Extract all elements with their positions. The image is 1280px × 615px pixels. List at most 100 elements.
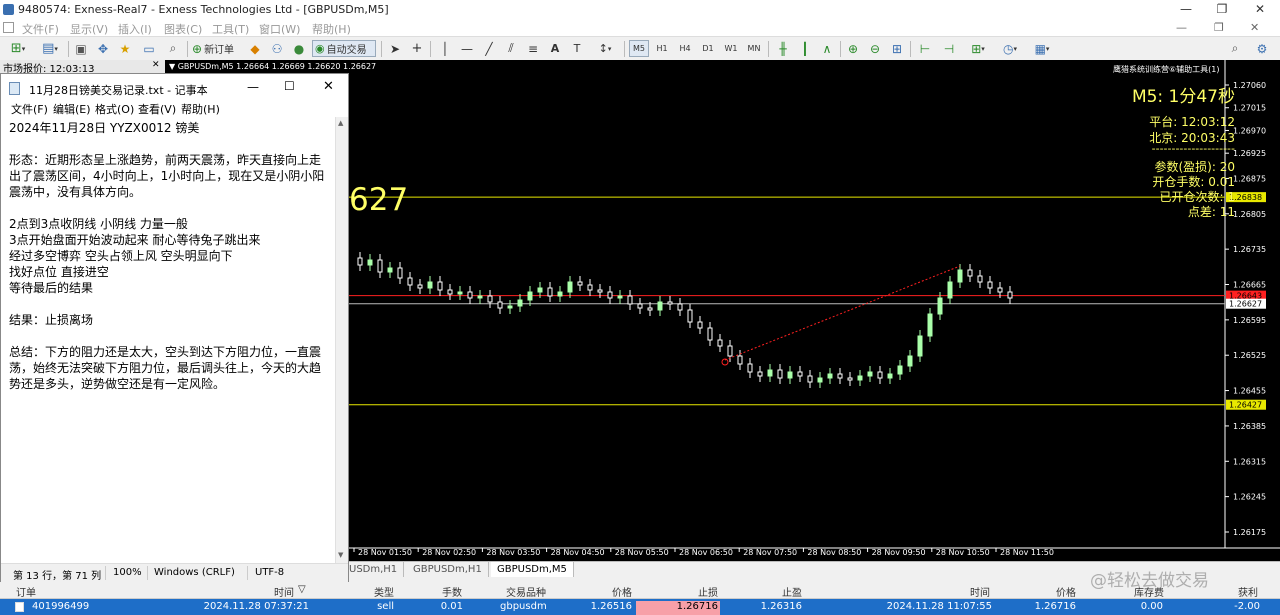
orders-header: 订单 时间 ▽ 类型 手数 交易品种 价格 止损 止盈 时间 价格 库存费 获利	[0, 582, 1280, 599]
label-icon[interactable]: T	[568, 40, 586, 57]
candle-body	[547, 287, 553, 297]
terminal-icon[interactable]: ▭	[140, 40, 158, 57]
trend-line-icon[interactable]: ╱	[480, 40, 498, 57]
text-icon[interactable]: A	[546, 40, 564, 57]
platform-time: 12:03:12	[1181, 115, 1235, 129]
notepad-scrollbar[interactable]: ▲ ▼	[335, 117, 348, 563]
notepad-close-button[interactable]: ✕	[323, 79, 334, 94]
zoom-in-icon[interactable]: ⊕	[844, 40, 862, 57]
mdi-restore-button[interactable]: ❐	[1214, 21, 1224, 34]
crosshair-icon[interactable]: +	[408, 40, 426, 57]
notepad-line: 2024年11月28日 YYZX0012 镑美	[9, 121, 200, 135]
candle-body	[497, 301, 503, 309]
param-value: 20	[1219, 160, 1235, 174]
scroll-up-icon[interactable]: ▲	[338, 119, 343, 127]
new-order-button[interactable]: ⊕ 新订单	[192, 40, 242, 57]
scroll-down-icon[interactable]: ▼	[338, 551, 343, 559]
notepad-menu-help[interactable]: 帮助(H)	[181, 101, 220, 117]
cursor-icon[interactable]: ➤	[386, 40, 404, 57]
notepad-maximize-button[interactable]: ☐	[284, 79, 295, 93]
notepad-line	[9, 200, 329, 216]
mdi-close-button[interactable]: ✕	[1250, 21, 1259, 34]
arrows-icon[interactable]: ↕ ▾	[592, 40, 618, 57]
market-watch-close-icon[interactable]: ✕	[152, 60, 160, 70]
navigator-icon[interactable]: ★	[116, 40, 134, 57]
fibonacci-icon[interactable]: ≡	[524, 40, 542, 57]
tf-h4[interactable]: H4	[675, 40, 695, 57]
metaeditor-icon[interactable]: ◆	[246, 40, 264, 57]
signals-icon[interactable]: ⚇	[268, 40, 286, 57]
candle-body	[617, 295, 623, 299]
indicators-icon[interactable]: ⊞ ▾	[964, 40, 992, 57]
line-chart-icon[interactable]: ∧	[818, 40, 836, 57]
settings-icon[interactable]: ⚙	[1252, 40, 1272, 57]
candle-body	[597, 289, 603, 293]
notepad-minimize-button[interactable]: —	[247, 80, 259, 94]
col-type[interactable]: 类型	[374, 584, 394, 599]
profiles-icon[interactable]: ▤ ▾	[38, 40, 62, 57]
minimize-button[interactable]: —	[1168, 0, 1204, 20]
market-icon[interactable]: ●	[290, 40, 308, 57]
vertical-line-icon[interactable]: │	[436, 40, 454, 57]
tab-gbpusd-h1[interactable]: GBPUSDm,H1	[407, 562, 489, 577]
notepad-menu-file[interactable]: 文件(F)	[11, 101, 48, 117]
auto-trading-button[interactable]: ◉ 自动交易	[312, 40, 376, 57]
tf-m5[interactable]: M5	[629, 40, 649, 57]
new-chart-icon[interactable]: ⊞ ▾	[6, 40, 30, 57]
tab-usd-h1[interactable]: USDm,H1	[343, 562, 405, 577]
tf-d1[interactable]: D1	[698, 40, 718, 57]
horizontal-line-icon[interactable]: —	[458, 40, 476, 57]
menu-window[interactable]: 窗口(W)	[259, 21, 300, 37]
candle-body	[417, 284, 423, 289]
menu-insert[interactable]: 插入(I)	[118, 21, 152, 37]
notepad-line: 3点开始盘面开始波动起来 耐心等待兔子跳出来	[9, 233, 261, 247]
menu-view[interactable]: 显示(V)	[70, 21, 108, 37]
menu-help[interactable]: 帮助(H)	[312, 21, 351, 37]
col-profit[interactable]: 获利	[1238, 584, 1258, 599]
search-icon[interactable]: ⌕	[1226, 40, 1244, 57]
periods-icon[interactable]: ◷ ▾	[996, 40, 1024, 57]
tf-h1[interactable]: H1	[652, 40, 672, 57]
candle-body	[587, 284, 593, 291]
notepad-menu-format[interactable]: 格式(O)	[95, 101, 134, 117]
restore-button[interactable]: ❐	[1204, 0, 1240, 20]
tf-w1[interactable]: W1	[721, 40, 741, 57]
tf-mn[interactable]: MN	[744, 40, 764, 57]
bar-chart-icon[interactable]: ╫	[774, 40, 792, 57]
col-close-price[interactable]: 价格	[1056, 584, 1076, 599]
col-stop-loss[interactable]: 止损	[698, 584, 718, 599]
candlestick-icon[interactable]: ┃	[796, 40, 814, 57]
col-open-price[interactable]: 价格	[612, 584, 632, 599]
order-row[interactable]: 401996499 2024.11.28 07:37:21 sell 0.01 …	[0, 599, 1280, 615]
notepad-menu-edit[interactable]: 编辑(E)	[53, 101, 91, 117]
channel-icon[interactable]: ⫽	[502, 40, 520, 57]
col-close-time[interactable]: 时间	[970, 584, 990, 599]
candle-body	[827, 373, 833, 379]
mdi-minimize-button[interactable]: —	[1176, 21, 1187, 34]
menu-file[interactable]: 文件(F)	[22, 21, 59, 37]
notepad-text-area[interactable]: 2024年11月28日 YYZX0012 镑美 形态：近期形态呈上涨趋势，前两天…	[9, 120, 329, 392]
strategy-tester-icon[interactable]: ⌕	[164, 40, 182, 57]
col-open-time[interactable]: 时间	[274, 584, 294, 599]
menu-charts[interactable]: 图表(C)	[164, 21, 202, 37]
tile-windows-icon[interactable]: ⊞	[888, 40, 906, 57]
col-order[interactable]: 订单	[16, 584, 36, 599]
watermark: @轻松去做交易	[1090, 571, 1209, 591]
tab-gbpusd-m5[interactable]: GBPUSDm,M5	[491, 562, 574, 577]
zoom-out-icon[interactable]: ⊖	[866, 40, 884, 57]
data-window-icon[interactable]: ✥	[94, 40, 112, 57]
col-lots[interactable]: 手数	[442, 584, 462, 599]
time-tick-label: 28 Nov 08:50	[807, 548, 861, 557]
auto-scroll-icon[interactable]: ⊣	[940, 40, 958, 57]
menu-tools[interactable]: 工具(T)	[212, 21, 249, 37]
notepad-window[interactable]: 11月28日镑美交易记录.txt - 记事本 — ☐ ✕ 文件(F) 编辑(E)…	[0, 73, 349, 582]
chart-shift-icon[interactable]: ⊢	[916, 40, 934, 57]
orders-table: 订单 时间 ▽ 类型 手数 交易品种 价格 止损 止盈 时间 价格 库存费 获利…	[0, 571, 1280, 615]
market-watch-icon[interactable]: ▣	[72, 40, 90, 57]
notepad-menu-view[interactable]: 查看(V)	[138, 101, 176, 117]
col-take-profit[interactable]: 止盈	[782, 584, 802, 599]
notepad-line	[9, 328, 329, 344]
templates-icon[interactable]: ▦ ▾	[1028, 40, 1056, 57]
col-symbol[interactable]: 交易品种	[506, 584, 546, 599]
close-window-button[interactable]: ✕	[1242, 0, 1278, 20]
